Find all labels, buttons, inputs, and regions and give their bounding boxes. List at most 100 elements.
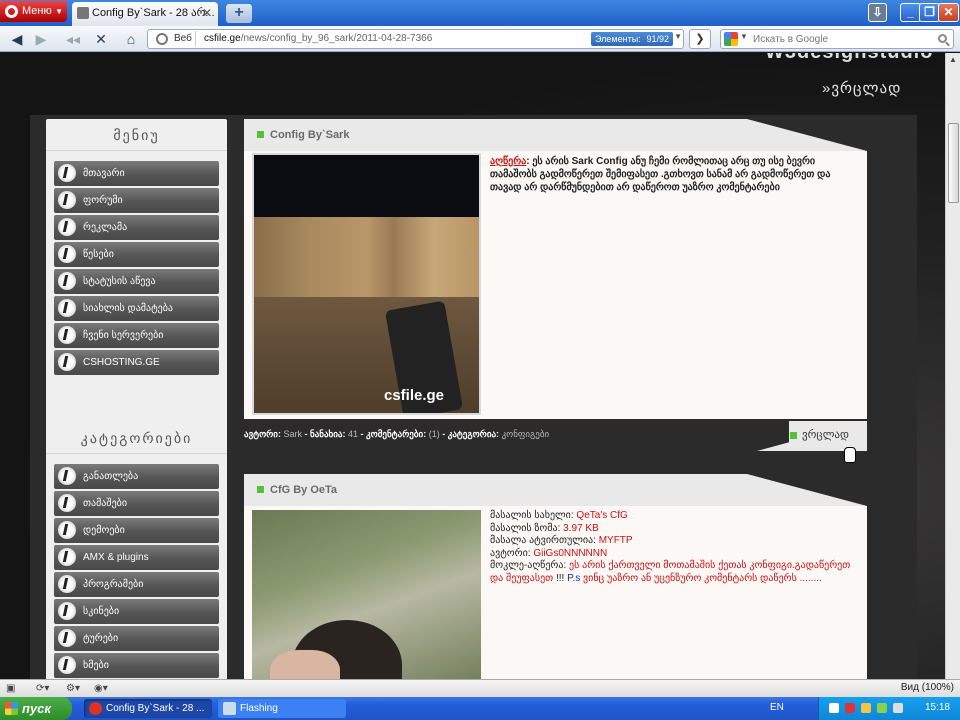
sidebar-item-main[interactable]: მთავარი xyxy=(54,161,219,186)
browser-statusbar: ▣ ⟳▾ ⚙▾ ◉▾ Вид (100%) xyxy=(0,679,960,697)
views-count: 41 xyxy=(348,429,359,439)
category-item-label: AMX & plugins xyxy=(83,552,149,563)
home-button[interactable]: ⌂ xyxy=(120,29,142,49)
sync-icon[interactable]: ⟳▾ xyxy=(36,682,49,695)
zoom-level[interactable]: Вид (100%) xyxy=(901,682,954,693)
opera-logo-icon xyxy=(5,5,18,18)
category-item-education[interactable]: განათლება xyxy=(54,464,219,489)
category-item-games[interactable]: თამაშები xyxy=(54,491,219,516)
search-engine-selector[interactable]: ▼ xyxy=(724,32,748,46)
address-mode-badge[interactable]: Веб xyxy=(152,31,196,47)
cs-logo-icon xyxy=(58,326,76,344)
google-icon xyxy=(724,32,738,46)
sidebar-item-add-news[interactable]: სიახლის დამატება xyxy=(54,296,219,321)
sidebar-item-label: სიახლის დამატება xyxy=(83,303,173,314)
scrollbar-thumb[interactable] xyxy=(948,123,959,203)
detail-label: მასალის სახელი: xyxy=(490,510,574,521)
address-mode-label: Веб xyxy=(174,33,192,44)
detail-line: მასალა ატვირთულია: MYFTP xyxy=(490,535,860,548)
post-title[interactable]: CfG By OeTa xyxy=(270,484,337,496)
clock[interactable]: 15:18 xyxy=(925,702,950,713)
tab-close-icon[interactable]: ✕ xyxy=(202,2,212,24)
categories-list: განათლება თამაშები დემოები AMX & plugins… xyxy=(46,454,227,679)
language-indicator[interactable]: EN xyxy=(770,702,784,713)
category-link[interactable]: კონფიგები xyxy=(502,429,550,439)
volume-icon[interactable] xyxy=(893,703,903,713)
category-item-programs[interactable]: პროგრამები xyxy=(54,572,219,597)
category-item-amx[interactable]: AMX & plugins xyxy=(54,545,219,570)
taskbar-item-opera[interactable]: Config By`Sark - 28 ... xyxy=(84,699,212,718)
detail-label: მასალა ატვირთულია: xyxy=(490,535,596,546)
author-link[interactable]: Sark xyxy=(283,429,302,439)
browser-tab-active[interactable]: Config By`Sark - 28 არ... ✕ xyxy=(72,2,218,26)
maximize-button[interactable]: ❐ xyxy=(919,3,940,22)
site-logo[interactable]: W3designstudio xyxy=(765,53,933,64)
forward-button[interactable]: ▶ xyxy=(30,29,52,49)
new-tab-button[interactable]: + xyxy=(226,4,252,23)
post-photo-image[interactable] xyxy=(252,510,481,679)
downloads-button[interactable]: ⇩ xyxy=(868,3,887,22)
cs-logo-icon xyxy=(58,353,76,371)
taskbar-item-flashing[interactable]: Flashing xyxy=(218,699,346,718)
header-corner-decoration xyxy=(747,474,867,506)
go-button[interactable]: ❯ xyxy=(689,29,711,49)
post-header: CfG By OeTa xyxy=(244,474,867,506)
tray-app-icon[interactable] xyxy=(861,703,871,713)
image-face xyxy=(270,650,340,679)
minimize-button[interactable]: _ xyxy=(900,3,921,22)
address-url[interactable]: csfile.ge/news/config_by_96_sark/2011-04… xyxy=(204,30,432,48)
stop-button[interactable]: ✕ xyxy=(90,29,112,49)
category-item-demos[interactable]: დემოები xyxy=(54,518,219,543)
comments-count[interactable]: (1) xyxy=(429,429,440,439)
sidebar-item-rules[interactable]: წესები xyxy=(54,242,219,267)
address-dropdown-icon[interactable]: ▼ xyxy=(674,32,682,41)
read-more-link-top[interactable]: »ვრცლად xyxy=(822,79,901,97)
sidebar-item-cshosting[interactable]: CSHOSTING.GE xyxy=(54,350,219,375)
back-button[interactable]: ◀ xyxy=(6,29,28,49)
sidebar-item-forum[interactable]: ფორუმი xyxy=(54,188,219,213)
cs-logo-icon xyxy=(58,494,76,512)
category-item-sounds[interactable]: ხმები xyxy=(54,653,219,678)
post-screenshot-image[interactable]: csfile.ge xyxy=(252,153,481,415)
detail-value: MYFTP xyxy=(598,535,633,546)
address-path: /news/config_by_96_sark/2011-04-28-7366 xyxy=(240,33,433,44)
unite-icon[interactable]: ⚙▾ xyxy=(66,682,80,695)
chevron-down-icon: ▼ xyxy=(55,7,63,16)
detail-value: 3.97 KB xyxy=(563,522,599,534)
address-bar[interactable]: Веб csfile.ge/news/config_by_96_sark/201… xyxy=(147,29,684,49)
sidebar-item-label: სტატუსის აწევა xyxy=(83,276,156,287)
tray-app-icon[interactable] xyxy=(845,703,855,713)
search-input[interactable] xyxy=(753,32,923,46)
sidebar-item-status[interactable]: სტატუსის აწევა xyxy=(54,269,219,294)
category-item-label: პროგრამები xyxy=(83,579,144,590)
elements-counter[interactable]: Элементы: 91/92 xyxy=(591,32,673,46)
detail-value: GiiGs0NNNNNN xyxy=(533,547,608,559)
opera-menu-button[interactable]: Меню ▼ xyxy=(0,1,67,22)
start-button[interactable]: пуск xyxy=(0,697,72,720)
sidebar-item-servers[interactable]: ჩვენი სერვერები xyxy=(54,323,219,348)
read-more-link[interactable]: ვრცლად xyxy=(790,428,849,441)
menu-list: მთავარი ფორუმი რეკლამა წესები სტატუსის ა… xyxy=(46,151,227,387)
sidebar-item-label: ჩვენი სერვერები xyxy=(83,330,164,341)
panel-toggle-icon[interactable]: ▣ xyxy=(6,682,15,695)
category-item-skins[interactable]: სკინები xyxy=(54,599,219,624)
post-title[interactable]: Config By`Sark xyxy=(270,129,349,141)
category-label: - კატეგორია: xyxy=(442,429,500,439)
vertical-scrollbar[interactable]: ▲ xyxy=(945,53,960,679)
detail-label: მასალის ზომა: xyxy=(490,522,561,534)
detail-line: მასალის ზომა: 3.97 KB xyxy=(490,523,860,536)
detail-value: QeTa's CfG xyxy=(576,510,628,521)
post-body: csfile.ge აღწერა: ეს არის Sark Config ან… xyxy=(244,151,867,419)
category-item-tours[interactable]: ტურები xyxy=(54,626,219,651)
turbo-icon[interactable]: ◉▾ xyxy=(94,682,108,695)
hand-cursor-icon xyxy=(844,447,856,463)
search-box[interactable]: ▼ xyxy=(720,29,954,49)
close-window-button[interactable]: ✕ xyxy=(938,3,959,22)
rewind-button[interactable]: ◂◂ xyxy=(62,29,84,49)
scroll-up-icon[interactable]: ▲ xyxy=(949,55,957,64)
tray-app-icon[interactable] xyxy=(829,703,839,713)
sidebar-item-ads[interactable]: რეკლამა xyxy=(54,215,219,240)
search-icon[interactable] xyxy=(938,34,947,43)
image-watermark: csfile.ge xyxy=(384,387,445,404)
tray-app-icon[interactable] xyxy=(877,703,887,713)
